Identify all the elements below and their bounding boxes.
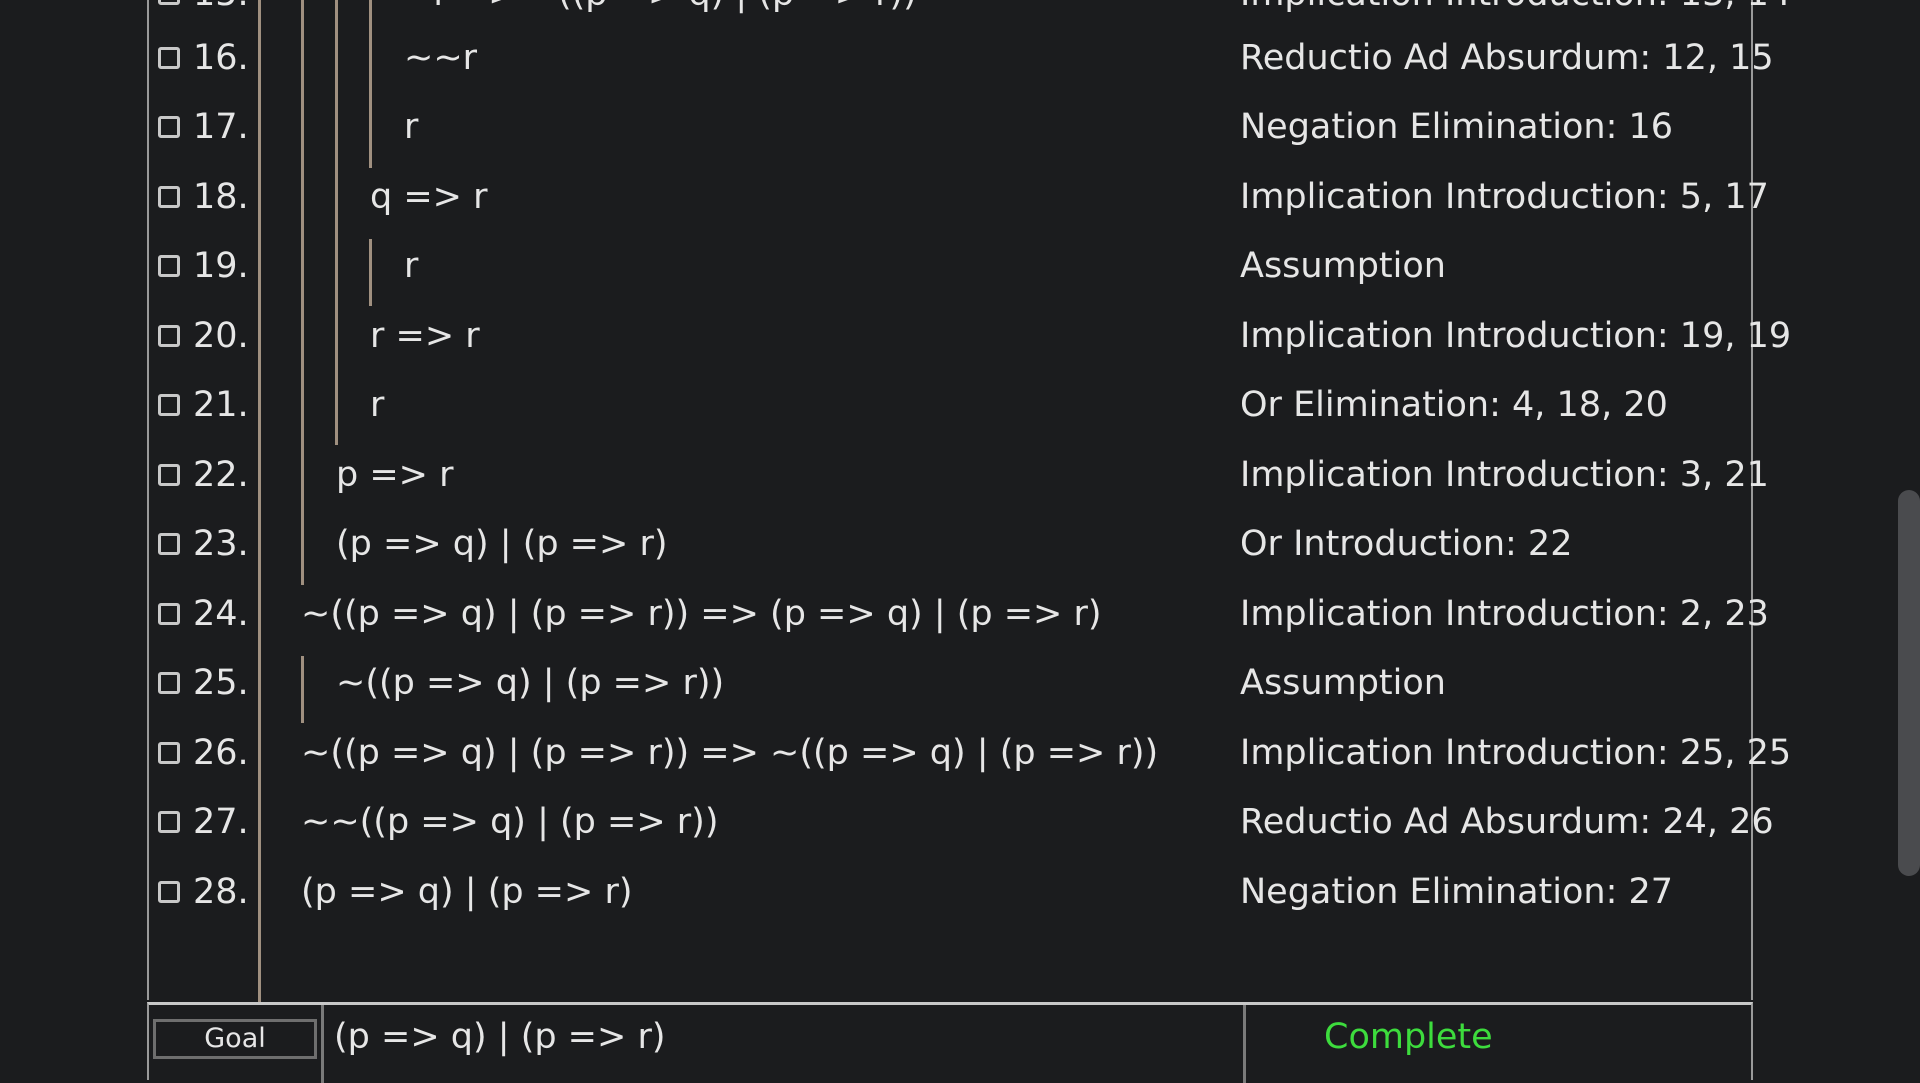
line-formula[interactable]: ~((p => q) | (p => r)) => ~((p => q) | (… <box>301 733 1158 773</box>
line-formula[interactable]: (p => q) | (p => r) <box>336 524 668 564</box>
line-number: 23. <box>193 524 249 564</box>
line-formula[interactable]: ~r => ~((p => q) | (p => r)) <box>404 0 917 14</box>
checkbox[interactable] <box>158 881 180 903</box>
line-formula[interactable]: r <box>404 246 418 286</box>
checkbox[interactable] <box>158 47 180 69</box>
proof-line-20[interactable]: 20. r => r Implication Introduction: 19,… <box>0 308 1920 378</box>
line-number: 21. <box>193 385 249 425</box>
checkbox[interactable] <box>158 394 180 416</box>
divider <box>1243 1005 1246 1083</box>
checkbox[interactable] <box>158 811 180 833</box>
divider <box>321 1005 324 1083</box>
line-number: 25. <box>193 663 249 703</box>
goal-button[interactable]: Goal <box>153 1019 317 1059</box>
line-formula[interactable]: (p => q) | (p => r) <box>301 872 633 912</box>
proof-line-26[interactable]: 26. ~((p => q) | (p => r)) => ~((p => q)… <box>0 725 1920 795</box>
line-justification[interactable]: Implication Introduction: 19, 19 <box>1240 316 1791 356</box>
proof-line-16[interactable]: 16. ~~r Reductio Ad Absurdum: 12, 15 <box>0 30 1920 100</box>
line-number: 27. <box>193 802 249 842</box>
status-text: Complete <box>1324 1017 1493 1057</box>
line-justification[interactable]: Implication Introduction: 13, 14 <box>1240 0 1791 14</box>
proof-line-19[interactable]: 19. r Assumption <box>0 238 1920 308</box>
line-number: 22. <box>193 455 249 495</box>
checkbox[interactable] <box>158 672 180 694</box>
subproof-scope-bar <box>369 0 372 168</box>
checkbox[interactable] <box>158 255 180 277</box>
proof-line-17[interactable]: 17. r Negation Elimination: 16 <box>0 99 1920 169</box>
line-number: 17. <box>193 107 249 147</box>
line-formula[interactable]: r => r <box>370 316 480 356</box>
line-justification[interactable]: Negation Elimination: 27 <box>1240 872 1673 912</box>
line-justification[interactable]: Reductio Ad Absurdum: 12, 15 <box>1240 38 1774 78</box>
line-justification[interactable]: Assumption <box>1240 246 1446 286</box>
line-justification[interactable]: Or Elimination: 4, 18, 20 <box>1240 385 1668 425</box>
subproof-scope-bar <box>335 0 338 445</box>
line-formula[interactable]: ~((p => q) | (p => r)) => (p => q) | (p … <box>301 594 1102 634</box>
checkbox[interactable] <box>158 464 180 486</box>
subproof-scope-bar <box>301 656 304 723</box>
proof-line-28[interactable]: 28. (p => q) | (p => r) Negation Elimina… <box>0 864 1920 934</box>
line-justification[interactable]: Or Introduction: 22 <box>1240 524 1572 564</box>
line-number: 15. <box>193 0 249 14</box>
goal-bar: Goal (p => q) | (p => r) Complete <box>147 1002 1753 1083</box>
subproof-scope-bar <box>369 239 372 306</box>
checkbox[interactable] <box>158 325 180 347</box>
line-number: 26. <box>193 733 249 773</box>
line-justification[interactable]: Implication Introduction: 2, 23 <box>1240 594 1769 634</box>
line-number: 18. <box>193 177 249 217</box>
line-formula[interactable]: ~~r <box>404 38 477 78</box>
vertical-scrollbar-thumb[interactable] <box>1898 490 1920 876</box>
line-justification[interactable]: Assumption <box>1240 663 1446 703</box>
proof-line-25[interactable]: 25. ~((p => q) | (p => r)) Assumption <box>0 655 1920 725</box>
line-formula[interactable]: p => r <box>336 455 454 495</box>
checkbox[interactable] <box>158 186 180 208</box>
line-justification[interactable]: Implication Introduction: 25, 25 <box>1240 733 1791 773</box>
line-formula[interactable]: ~((p => q) | (p => r)) <box>336 663 724 703</box>
proof-line-21[interactable]: 21. r Or Elimination: 4, 18, 20 <box>0 377 1920 447</box>
line-formula[interactable]: r <box>370 385 384 425</box>
goal-formula[interactable]: (p => q) | (p => r) <box>334 1017 666 1057</box>
subproof-scope-bar <box>301 0 304 585</box>
line-justification[interactable]: Implication Introduction: 3, 21 <box>1240 455 1769 495</box>
line-formula[interactable]: q => r <box>370 177 488 217</box>
line-justification[interactable]: Negation Elimination: 16 <box>1240 107 1673 147</box>
line-number: 19. <box>193 246 249 286</box>
proof-line-18[interactable]: 18. q => r Implication Introduction: 5, … <box>0 169 1920 239</box>
line-justification[interactable]: Implication Introduction: 5, 17 <box>1240 177 1769 217</box>
checkbox[interactable] <box>158 0 180 5</box>
line-number: 16. <box>193 38 249 78</box>
proof-line-27[interactable]: 27. ~~((p => q) | (p => r)) Reductio Ad … <box>0 794 1920 864</box>
checkbox[interactable] <box>158 533 180 555</box>
line-justification[interactable]: Reductio Ad Absurdum: 24, 26 <box>1240 802 1774 842</box>
checkbox[interactable] <box>158 116 180 138</box>
line-formula[interactable]: ~~((p => q) | (p => r)) <box>301 802 718 842</box>
proof-line-23[interactable]: 23. (p => q) | (p => r) Or Introduction:… <box>0 516 1920 586</box>
checkbox[interactable] <box>158 742 180 764</box>
proof-line-22[interactable]: 22. p => r Implication Introduction: 3, … <box>0 447 1920 517</box>
line-number: 24. <box>193 594 249 634</box>
line-number: 28. <box>193 872 249 912</box>
line-formula[interactable]: r <box>404 107 418 147</box>
checkbox[interactable] <box>158 603 180 625</box>
line-number: 20. <box>193 316 249 356</box>
proof-line-24[interactable]: 24. ~((p => q) | (p => r)) => (p => q) |… <box>0 586 1920 656</box>
